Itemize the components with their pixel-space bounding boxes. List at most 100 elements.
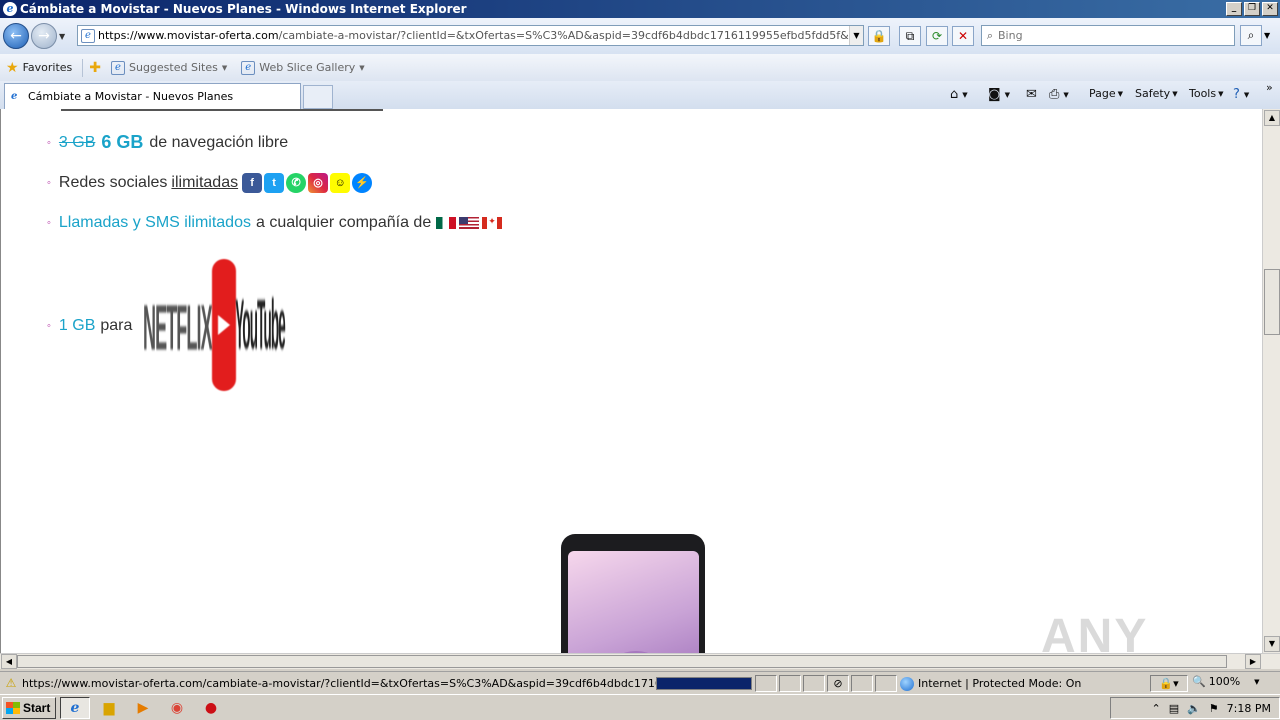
add-to-favorites-bar-button[interactable]: ✚ [89,60,105,76]
warning-icon: ⚠ [5,676,17,690]
list-item: ◦ 3 GB 6 GB de navegación libre [47,132,288,153]
show-hidden-icons-icon[interactable]: ⌃ [1151,702,1160,715]
bullet-icon: ◦ [47,217,51,229]
search-provider-icon: ⌕ [986,28,994,42]
toolbar-overflow-icon[interactable]: » [1266,81,1273,94]
unlimited-social-link[interactable]: ilimitadas [171,174,238,192]
chrome-taskbar-button[interactable]: ◉ [162,697,192,719]
streaming-data-amount: 1 GB [58,317,96,334]
zoom-icon: 🔍 [1192,675,1206,688]
ie-logo-icon: e [3,2,17,16]
address-input[interactable]: https://www.movistar-oferta.com/cambiate… [98,29,849,42]
search-options-dropdown[interactable]: ▼ [1264,25,1276,46]
ie-page-icon: e [11,90,18,102]
printer-icon: ⎙ [1049,87,1060,102]
star-icon: ★ [6,59,19,76]
opera-taskbar-button[interactable]: ● [196,697,226,719]
address-dropdown-icon[interactable]: ▼ [849,26,863,45]
recent-pages-dropdown[interactable]: ▼ [59,32,69,41]
network-icon[interactable]: ▤ [1169,702,1179,715]
usa-flag-icon [459,217,480,229]
new-tab-button[interactable] [303,85,333,109]
item-text: para [100,317,133,334]
facebook-icon: f [242,173,263,193]
media-player-taskbar-button[interactable]: ▶ [128,697,158,719]
start-button[interactable]: Start [2,696,56,719]
netflix-logo: NETFLIX [142,293,213,364]
page-menu[interactable]: Page ▼ [1089,87,1123,100]
print-button[interactable]: ⎙ ▼ [1049,87,1069,102]
system-tray: ⌃ ▤ 🔈 ⚑ 7:18 PM [1110,697,1280,719]
snapchat-icon: ☺ [330,173,351,193]
volume-icon[interactable]: 🔈 [1187,702,1201,715]
tools-menu[interactable]: Tools ▼ [1189,87,1224,100]
item-text: de navegación libre [149,133,289,151]
status-pane [755,675,777,692]
zoom-control[interactable]: 🔍 100% ▼ [1192,675,1260,688]
scroll-down-icon[interactable]: ▼ [1264,636,1280,652]
search-placeholder: Bing [998,29,1023,42]
forward-button[interactable]: → [31,23,57,49]
item-text: Redes sociales [58,174,168,191]
status-pane [851,675,873,692]
mail-icon: ✉ [1026,87,1037,102]
security-zone[interactable]: Internet | Protected Mode: On [900,675,1081,692]
back-button[interactable]: ← [3,23,29,49]
popup-blocker-icon[interactable]: ⊘ [827,675,849,692]
phone-screen [568,551,699,653]
help-icon: ? [1233,87,1240,102]
help-menu[interactable]: ? ▼ [1233,87,1249,102]
lock-icon[interactable]: 🔒 [868,26,890,46]
vertical-scrollbar[interactable]: ▲ ▼ [1262,109,1280,653]
address-toolbar: ← → ▼ e https://www.movistar-oferta.com/… [0,18,1280,54]
tab-active[interactable]: e Cámbiate a Movistar - Nuevos Planes [4,83,301,109]
refresh-icon[interactable]: ⟳ [926,26,948,46]
protected-mode-icon[interactable]: 🔒▾ [1150,675,1188,692]
windows-logo-icon [6,701,20,714]
scroll-up-icon[interactable]: ▲ [1264,110,1280,126]
horizontal-scrollbar[interactable]: ◀ ▶ [0,653,1280,669]
read-mail-button[interactable]: ✉ [1026,87,1039,102]
scroll-right-icon[interactable]: ▶ [1245,654,1261,669]
list-item: ◦ Redes sociales ilimitadas f t ✆ ◎ ☺ ⚡ [47,173,374,193]
netflix-youtube-logo: NETFLIX YouTube [142,259,286,391]
action-center-flag-icon[interactable]: ⚑ [1209,702,1219,715]
home-button[interactable]: ⌂ ▼ [950,87,968,102]
windows-taskbar: Start e ▆ ▶ ◉ ● ⌃ ▤ 🔈 ⚑ 7:18 PM [0,694,1280,720]
search-button[interactable]: ⌕ [1240,25,1262,46]
stop-icon[interactable]: ✕ [952,26,974,46]
ie-page-icon: e [111,60,125,75]
bullet-icon: ◦ [47,177,51,189]
clock[interactable]: 7:18 PM [1227,702,1271,715]
add-favorite-icon: ✚ [89,59,101,76]
ie-taskbar-button[interactable]: e [60,696,90,719]
progress-fill [657,678,751,689]
safety-menu[interactable]: Safety ▼ [1135,87,1178,100]
page-icon: e [81,28,95,43]
web-slice-gallery-link[interactable]: e Web Slice Gallery ▼ [241,60,365,75]
old-data-amount: 3 GB [58,133,96,151]
explorer-taskbar-button[interactable]: ▆ [94,697,124,719]
list-item: ◦ Llamadas y SMS ilimitados a cualquier … [47,214,505,232]
status-pane [779,675,801,692]
suggested-sites-link[interactable]: e Suggested Sites ▼ [111,60,227,75]
feeds-button[interactable]: ◙ ▼ [988,87,1010,102]
restore-button[interactable]: ❐ [1244,2,1260,16]
youtube-play-icon [212,259,236,391]
compatibility-view-icon[interactable]: ⧉ [899,26,921,46]
scrollbar-thumb[interactable] [17,655,1227,668]
globe-icon [900,676,914,691]
close-window-button[interactable]: ✕ [1262,2,1278,16]
scroll-left-icon[interactable]: ◀ [1,654,17,669]
favorites-button[interactable]: ★ Favorites [6,60,72,76]
rss-icon: ◙ [988,87,1001,102]
address-bar[interactable]: e https://www.movistar-oferta.com/cambia… [77,25,864,46]
bullet-icon: ◦ [47,320,51,332]
status-url: https://www.movistar-oferta.com/cambiate… [22,676,672,690]
divider [82,58,84,77]
chevron-down-icon: ▼ [1254,677,1260,686]
scrollbar-thumb[interactable] [1264,269,1280,335]
minimize-button[interactable]: _ [1226,2,1242,16]
calls-sms-highlight: Llamadas y SMS ilimitados [58,214,251,231]
search-field[interactable]: ⌕ Bing [981,25,1235,46]
